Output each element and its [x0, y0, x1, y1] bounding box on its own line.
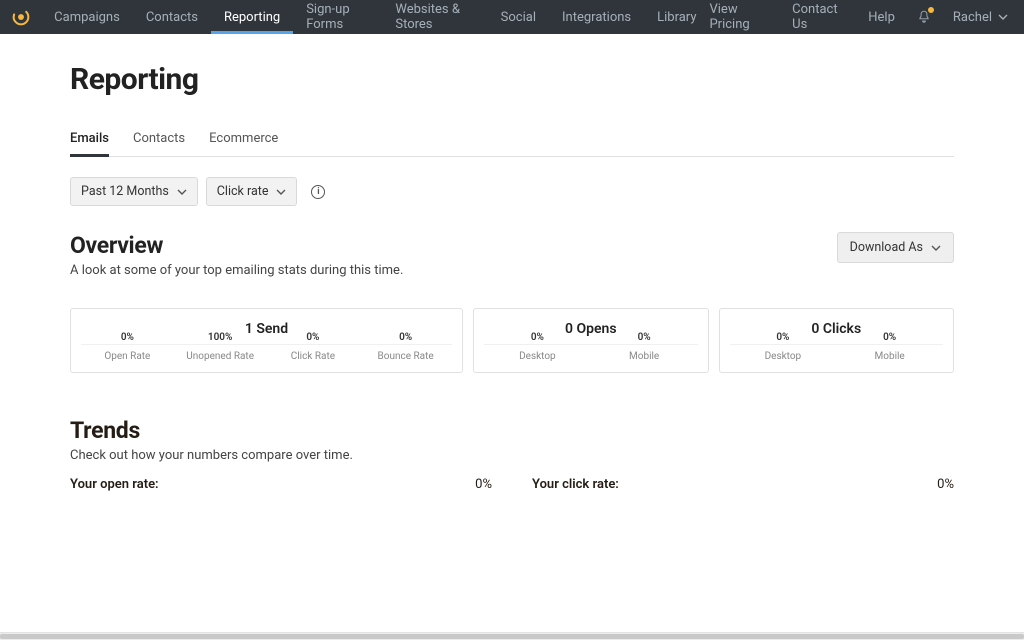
bar-value-label: 0%: [121, 332, 134, 343]
nav-campaigns[interactable]: Campaigns: [41, 0, 133, 34]
page-scroll[interactable]: Reporting Emails Contacts Ecommerce Past 1…: [0, 34, 1024, 640]
nav-websites-stores[interactable]: Websites & Stores: [382, 0, 487, 34]
x-axis-label: Bounce Rate: [359, 351, 452, 362]
x-axis-label: Click Rate: [267, 351, 360, 362]
chevron-down-icon: [177, 187, 187, 197]
overview-heading: Overview: [70, 232, 403, 259]
top-nav: CampaignsContactsReportingSign-up FormsW…: [0, 0, 1024, 34]
download-as-label: Download As: [850, 240, 923, 255]
card-title: 1 Send: [81, 321, 452, 337]
open-rate-row: Your open rate: 0%: [70, 477, 492, 492]
page-title: Reporting: [70, 62, 954, 97]
x-axis-label: Unopened Rate: [174, 351, 267, 362]
user-name: Rachel: [953, 10, 992, 25]
notifications-icon[interactable]: [917, 9, 931, 25]
open-rate-value: 0%: [475, 477, 492, 492]
x-axis-label: Mobile: [591, 351, 698, 362]
card-title: 0 Clicks: [730, 321, 944, 337]
x-axis-label: Desktop: [484, 351, 591, 362]
trends-subheading: Check out how your numbers compare over …: [70, 448, 954, 463]
bar-value-label: 0%: [883, 332, 896, 343]
download-as-button[interactable]: Download As: [837, 232, 954, 263]
nav-view-pricing[interactable]: View Pricing: [709, 2, 770, 32]
overview-card-0: 1 Send0% 100% 0% 0% Open RateUnopened RateCl…: [70, 308, 463, 373]
click-rate-row: Your click rate: 0%: [532, 477, 954, 492]
bar-value-label: 0%: [776, 332, 789, 343]
x-axis-label: Desktop: [730, 351, 837, 362]
bar-value-label: 0%: [399, 332, 412, 343]
card-title: 0 Opens: [484, 321, 698, 337]
nav-library[interactable]: Library: [644, 0, 709, 34]
horizontal-scrollbar[interactable]: [0, 632, 1024, 640]
bar-value-label: 0%: [306, 332, 319, 343]
chevron-down-icon: [276, 187, 286, 197]
subtab-contacts[interactable]: Contacts: [133, 121, 185, 156]
overview-card-1: 0 Opens0% 0% DesktopMobile: [473, 308, 709, 373]
bar-value-label: 0%: [638, 332, 651, 343]
trends-heading: Trends: [70, 417, 954, 444]
metric-label: Click rate: [217, 184, 269, 199]
user-menu[interactable]: Rachel: [953, 10, 1008, 25]
nav-contact-us[interactable]: Contact Us: [792, 2, 846, 32]
nav-integrations[interactable]: Integrations: [549, 0, 644, 34]
subtab-emails[interactable]: Emails: [70, 121, 109, 156]
click-rate-label: Your click rate:: [532, 477, 619, 492]
nav-social[interactable]: Social: [488, 0, 549, 34]
x-axis-label: Open Rate: [81, 351, 174, 362]
info-icon[interactable]: i: [311, 185, 325, 199]
chevron-down-icon: [998, 12, 1008, 22]
bar-value-label: 100%: [208, 332, 233, 343]
overview-card-2: 0 Clicks0% 0% DesktopMobile: [719, 308, 955, 373]
nav-reporting[interactable]: Reporting: [211, 0, 293, 34]
date-range-dropdown[interactable]: Past 12 Months: [70, 177, 198, 206]
date-range-label: Past 12 Months: [81, 184, 169, 199]
bar-value-label: 0%: [531, 332, 544, 343]
subtabs: Emails Contacts Ecommerce: [70, 121, 954, 157]
metric-dropdown[interactable]: Click rate: [206, 177, 298, 206]
nav-sign-up-forms[interactable]: Sign-up Forms: [293, 0, 382, 34]
subtab-ecommerce[interactable]: Ecommerce: [209, 121, 278, 156]
overview-subheading: A look at some of your top emailing stat…: [70, 263, 403, 278]
nav-contacts[interactable]: Contacts: [133, 0, 211, 34]
open-rate-label: Your open rate:: [70, 477, 159, 492]
x-axis-label: Mobile: [836, 351, 943, 362]
notification-dot: [928, 7, 934, 13]
brand-logo[interactable]: [0, 0, 41, 34]
chevron-down-icon: [931, 243, 941, 253]
nav-help[interactable]: Help: [868, 10, 895, 25]
click-rate-value: 0%: [937, 477, 954, 492]
